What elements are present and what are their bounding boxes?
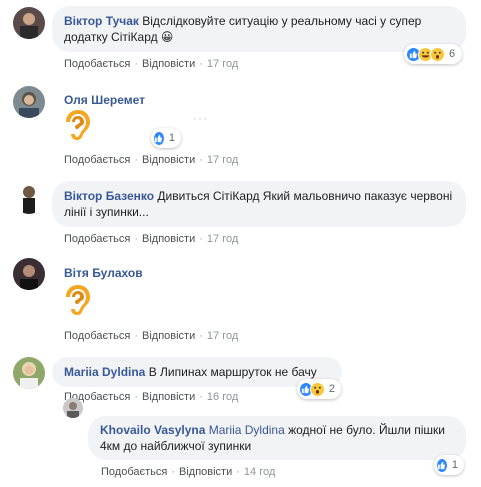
comment-actions: Подобається · Відповісти · 14 год [101, 466, 276, 478]
reply-button[interactable]: Відповісти [179, 466, 232, 478]
comment-actions: Подобається · Відповісти · 17 год [64, 58, 239, 70]
reply-button[interactable]: Відповісти [142, 330, 195, 342]
like-button[interactable]: Подобається [64, 330, 130, 342]
reply-button[interactable]: Відповісти [142, 391, 195, 403]
reply-bubble: Khovailo Vasylyna Mariia Dyldina жодної … [88, 416, 466, 460]
reply-button[interactable]: Відповісти [142, 58, 195, 70]
reply-button[interactable]: Відповісти [142, 154, 195, 166]
reaction-count: 2 [328, 383, 335, 395]
avatar[interactable] [63, 398, 83, 418]
reactions-summary[interactable]: 1 [151, 128, 181, 148]
like-icon [153, 130, 165, 146]
reactions-summary[interactable]: 6 [404, 44, 462, 64]
avatar[interactable] [13, 182, 45, 214]
avatar[interactable] [13, 357, 45, 389]
comment-actions: Подобається · Відповісти · 17 год [64, 233, 239, 245]
comment-author[interactable]: Віктор Базенко [64, 189, 154, 203]
comment-author[interactable]: Mariia Dyldina [64, 365, 145, 379]
comment-actions: Подобається · Відповісти · 17 год [64, 154, 239, 166]
mention-link[interactable]: Mariia Dyldina [209, 423, 285, 437]
timestamp[interactable]: 16 год [207, 391, 238, 403]
comment-actions: Подобається · Відповісти · 16 год [64, 391, 239, 403]
like-button[interactable]: Подобається [64, 154, 130, 166]
comment-actions: Подобається · Відповісти · 17 год [64, 330, 239, 342]
reply-button[interactable]: Відповісти [142, 233, 195, 245]
avatar[interactable] [13, 7, 45, 39]
timestamp[interactable]: 14 год [244, 466, 275, 478]
reaction-count: 6 [449, 48, 456, 60]
timestamp[interactable]: 17 год [207, 330, 238, 342]
comment-text: В Липинах маршруток не бачу [148, 365, 317, 379]
like-icon [436, 457, 448, 473]
avatar[interactable] [13, 258, 45, 290]
ear-sticker [62, 283, 92, 317]
timestamp[interactable]: 17 год [207, 233, 238, 245]
comment-author[interactable]: Оля Шеремет [64, 93, 145, 107]
comment-author[interactable]: Khovailo Vasylyna [100, 423, 205, 437]
comment-author[interactable]: Вітя Булахов [64, 266, 143, 280]
timestamp[interactable]: 17 год [207, 58, 238, 70]
like-button[interactable]: Подобається [64, 58, 130, 70]
reaction-count: 1 [168, 132, 175, 144]
wow-icon [309, 381, 325, 397]
reactions-summary[interactable]: 2 [297, 379, 341, 399]
comment-author[interactable]: Віктор Тучак [64, 14, 139, 28]
reaction-count: 1 [451, 459, 458, 471]
comment-bubble: Віктор Тучак Відслідковуйте ситуацію у р… [52, 6, 466, 52]
ear-sticker [62, 108, 92, 142]
reactions-summary[interactable]: 1 [434, 455, 464, 475]
like-button[interactable]: Подобається [101, 466, 167, 478]
wow-icon [430, 46, 445, 62]
more-options-icon[interactable]: ··· [193, 111, 208, 125]
like-button[interactable]: Подобається [64, 233, 130, 245]
comment-bubble: Віктор Базенко Дивиться СітіКард Який ма… [52, 181, 466, 227]
avatar[interactable] [13, 86, 45, 118]
timestamp[interactable]: 17 год [207, 154, 238, 166]
